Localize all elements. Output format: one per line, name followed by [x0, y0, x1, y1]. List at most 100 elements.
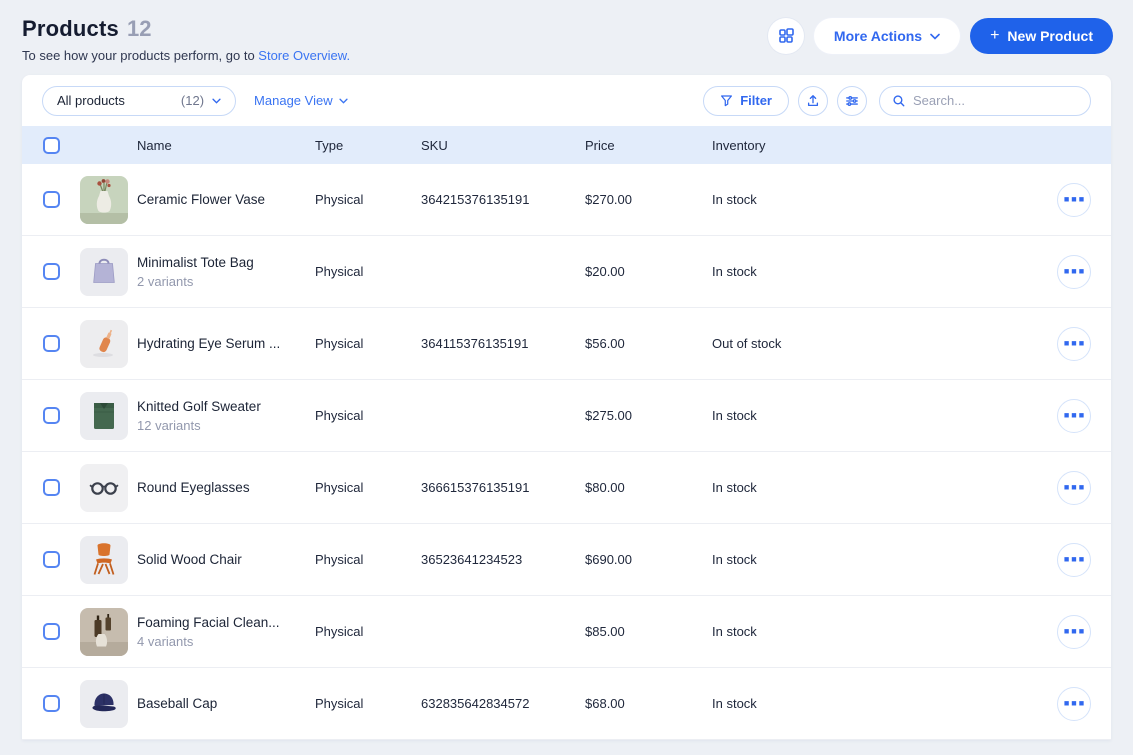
row-actions-button[interactable]: ■■■	[1057, 542, 1091, 577]
product-variants: 2 variants	[137, 273, 194, 289]
more-actions-label: More Actions	[833, 28, 923, 44]
product-sku: 364215376135191	[421, 192, 530, 207]
name-column-header[interactable]: Name	[137, 138, 315, 153]
filter-funnel-icon	[721, 95, 733, 107]
search-input[interactable]	[913, 93, 1073, 108]
product-name[interactable]: Baseball Cap	[137, 696, 315, 711]
product-inventory: Out of stock	[712, 336, 782, 351]
table-row[interactable]: Ceramic Flower Vase Physical 3642153761351…	[22, 164, 1111, 236]
row-actions-button[interactable]: ■■■	[1057, 470, 1091, 505]
view-selector-dropdown[interactable]: All products (12)	[42, 85, 237, 116]
product-inventory: In stock	[712, 696, 757, 711]
new-product-label: New Product	[1007, 28, 1093, 44]
header-actions: More Actions + New Product	[767, 18, 1113, 54]
ellipsis-icon: ■■■	[1063, 194, 1087, 204]
product-name[interactable]: Hydrating Eye Serum ...	[137, 336, 315, 351]
product-type: Physical	[315, 192, 364, 207]
table-row[interactable]: Round Eyeglasses Physical 366615376135191 $…	[22, 452, 1111, 524]
row-actions-button[interactable]: ■■■	[1057, 254, 1091, 289]
round-eyeglasses-photo	[80, 463, 128, 512]
table-row[interactable]: Knitted Golf Sweater 12 variants Physical $…	[22, 380, 1111, 452]
product-name[interactable]: Foaming Facial Clean...	[137, 615, 315, 630]
product-sku: 366615376135191	[421, 480, 530, 495]
grid-apps-button[interactable]	[767, 18, 804, 54]
table-row[interactable]: Minimalist Tote Bag 2 variants Physical $20…	[22, 236, 1111, 308]
ellipsis-icon: ■■■	[1063, 338, 1087, 348]
ceramic-flower-vase-photo	[80, 175, 128, 224]
table-row[interactable]: Hydrating Eye Serum ... Physical 364115376…	[22, 308, 1111, 380]
row-checkbox[interactable]	[42, 335, 60, 352]
view-selector-count: (12)	[180, 93, 205, 108]
subtitle-text: To see how your products perform, go to	[22, 48, 259, 63]
product-name[interactable]: Ceramic Flower Vase	[137, 192, 315, 207]
sliders-icon	[846, 95, 858, 106]
product-type: Physical	[315, 408, 364, 423]
type-column-header[interactable]: Type	[315, 138, 421, 153]
row-checkbox[interactable]	[42, 407, 60, 424]
export-button[interactable]	[798, 85, 828, 116]
row-actions-button[interactable]: ■■■	[1057, 686, 1091, 721]
more-actions-button[interactable]: More Actions	[813, 18, 961, 54]
solid-wood-chair-photo	[80, 535, 128, 584]
store-overview-link[interactable]: Store Overview.	[258, 48, 350, 63]
product-count: 12	[126, 16, 152, 41]
product-sku: 36523641234523	[421, 552, 523, 567]
product-inventory: In stock	[712, 552, 757, 567]
table-row[interactable]: Baseball Cap Physical 632835642834572 $68.0…	[22, 668, 1111, 740]
product-name[interactable]: Round Eyeglasses	[137, 480, 315, 495]
product-type: Physical	[315, 264, 364, 279]
knitted-golf-sweater-photo	[80, 391, 128, 440]
row-actions-button[interactable]: ■■■	[1057, 614, 1091, 649]
product-type: Physical	[315, 624, 364, 639]
ellipsis-icon: ■■■	[1063, 482, 1087, 492]
ellipsis-icon: ■■■	[1063, 266, 1087, 276]
foaming-facial-cleanser-photo	[80, 607, 128, 656]
row-checkbox[interactable]	[42, 623, 60, 640]
product-name[interactable]: Minimalist Tote Bag	[137, 255, 315, 270]
table-header-row: Name Type SKU Price Inventory	[22, 126, 1111, 164]
product-name[interactable]: Solid Wood Chair	[137, 552, 315, 567]
select-all-checkbox[interactable]	[42, 136, 60, 154]
product-inventory: In stock	[712, 480, 757, 495]
product-inventory: In stock	[712, 624, 757, 639]
product-price: $270.00	[585, 192, 632, 207]
row-checkbox[interactable]	[42, 479, 60, 496]
filter-button[interactable]: Filter	[703, 85, 789, 116]
manage-view-label: Manage View	[254, 93, 333, 108]
row-checkbox[interactable]	[42, 695, 60, 712]
page-header: Products 12 To see how your products per…	[0, 0, 1133, 75]
product-price: $690.00	[585, 552, 632, 567]
row-actions-button[interactable]: ■■■	[1057, 326, 1091, 361]
row-checkbox[interactable]	[42, 263, 60, 280]
customize-columns-button[interactable]	[837, 85, 867, 116]
product-price: $275.00	[585, 408, 632, 423]
row-actions-button[interactable]: ■■■	[1057, 182, 1091, 217]
row-checkbox[interactable]	[42, 191, 60, 208]
product-variants: 4 variants	[137, 633, 194, 649]
table-row[interactable]: Solid Wood Chair Physical 36523641234523 $6…	[22, 524, 1111, 596]
product-sku: 632835642834572	[421, 696, 530, 711]
chevron-down-icon	[212, 98, 221, 104]
manage-view-button[interactable]: Manage View	[254, 93, 348, 108]
products-card: All products (12) Manage View Filter Sea…	[22, 75, 1111, 740]
upload-icon	[807, 94, 819, 106]
inventory-column-header[interactable]: Inventory	[712, 138, 1037, 153]
page-title-block: Products 12 To see how your products per…	[22, 16, 350, 63]
product-price: $20.00	[585, 264, 625, 279]
product-price: $56.00	[585, 336, 625, 351]
product-sku: 364115376135191	[421, 336, 529, 351]
product-name[interactable]: Knitted Golf Sweater	[137, 399, 315, 414]
filter-label: Filter	[740, 93, 772, 108]
row-checkbox[interactable]	[42, 551, 60, 568]
row-actions-button[interactable]: ■■■	[1057, 398, 1091, 433]
page-title: Products	[22, 16, 119, 41]
plus-icon: +	[990, 27, 1000, 44]
product-price: $85.00	[585, 624, 625, 639]
new-product-button[interactable]: + New Product	[970, 18, 1113, 54]
product-inventory: In stock	[712, 264, 757, 279]
grid-apps-icon	[779, 28, 794, 43]
table-row[interactable]: Foaming Facial Clean... 4 variants Physica…	[22, 596, 1111, 668]
sku-column-header[interactable]: SKU	[421, 138, 585, 153]
product-type: Physical	[315, 336, 364, 351]
price-column-header[interactable]: Price	[585, 138, 712, 153]
